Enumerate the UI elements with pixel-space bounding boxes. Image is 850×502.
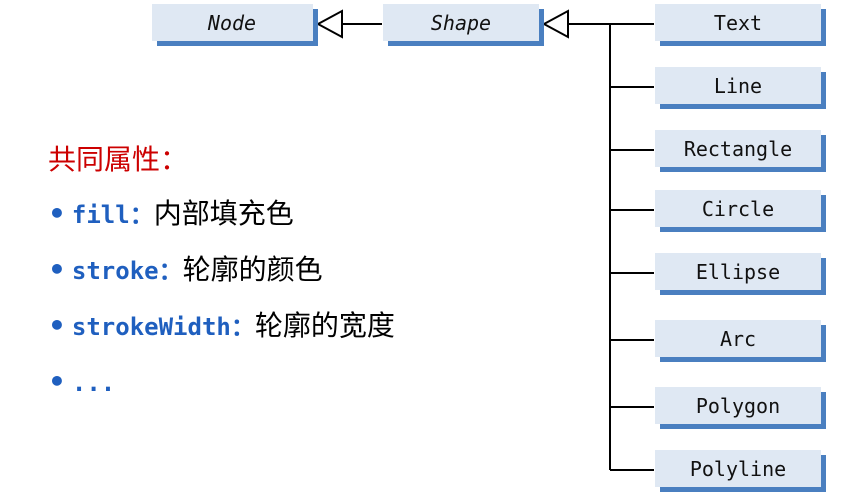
node-inheritance-arrow bbox=[315, 9, 343, 39]
property-name: strokeWidth bbox=[71, 313, 231, 341]
node-class-box: Node bbox=[152, 4, 318, 46]
subclass-label-polygon: Polygon bbox=[696, 394, 780, 418]
property-description: 轮廓的宽度 bbox=[254, 309, 395, 342]
shape-class-label: Shape bbox=[431, 11, 491, 35]
subclass-label-text: Text bbox=[714, 11, 762, 35]
shape-inheritance-arrow bbox=[541, 9, 569, 39]
property-separator: ： bbox=[158, 257, 183, 285]
subclass-box-polyline: Polyline bbox=[655, 450, 826, 492]
subclass-label-polyline: Polyline bbox=[690, 457, 786, 481]
bullet-icon: • bbox=[48, 197, 66, 230]
bullet-icon: • bbox=[48, 253, 66, 286]
subclass-box-polygon: Polygon bbox=[655, 387, 826, 429]
subclass-box-ellipse: Ellipse bbox=[655, 253, 826, 295]
subclass-label-circle: Circle bbox=[702, 197, 774, 221]
node-class-label: Node bbox=[207, 11, 256, 35]
subclass-label-arc: Arc bbox=[720, 327, 756, 351]
property-name: fill bbox=[71, 201, 130, 229]
subclass-box-circle: Circle bbox=[655, 190, 826, 232]
subclass-label-rectangle: Rectangle bbox=[684, 137, 792, 161]
property-item-more: •... bbox=[48, 358, 608, 414]
common-properties-panel: 共同属性： • fill：内部填充色 • stroke：轮廓的颜色 • strokeW… bbox=[48, 140, 608, 414]
shape-hierarchy-slide: Node Shape Text Line Rectangle Circle El… bbox=[0, 0, 850, 502]
subclass-box-rectangle: Rectangle bbox=[655, 130, 826, 172]
property-description: 内部填充色 bbox=[153, 197, 294, 230]
property-description: 轮廓的颜色 bbox=[182, 253, 323, 286]
property-item-fill: • fill：内部填充色 bbox=[48, 190, 608, 246]
property-item-stroke: • stroke：轮廓的颜色 bbox=[48, 246, 608, 302]
subclass-box-text: Text bbox=[655, 4, 826, 46]
bullet-icon: • bbox=[48, 309, 66, 342]
subclass-box-arc: Arc bbox=[655, 320, 826, 362]
common-properties-title: 共同属性： bbox=[48, 143, 189, 176]
property-name: stroke bbox=[71, 257, 159, 285]
property-separator: ： bbox=[129, 201, 154, 229]
property-name: ... bbox=[71, 369, 116, 397]
property-separator: ： bbox=[230, 313, 255, 341]
subclass-box-line: Line bbox=[655, 67, 826, 109]
property-item-stroke-width: • strokeWidth：轮廓的宽度 bbox=[48, 302, 608, 358]
subclass-label-line: Line bbox=[714, 74, 762, 98]
bullet-icon: • bbox=[48, 365, 66, 398]
subclass-label-ellipse: Ellipse bbox=[696, 260, 780, 284]
shape-class-box: Shape bbox=[383, 4, 544, 46]
